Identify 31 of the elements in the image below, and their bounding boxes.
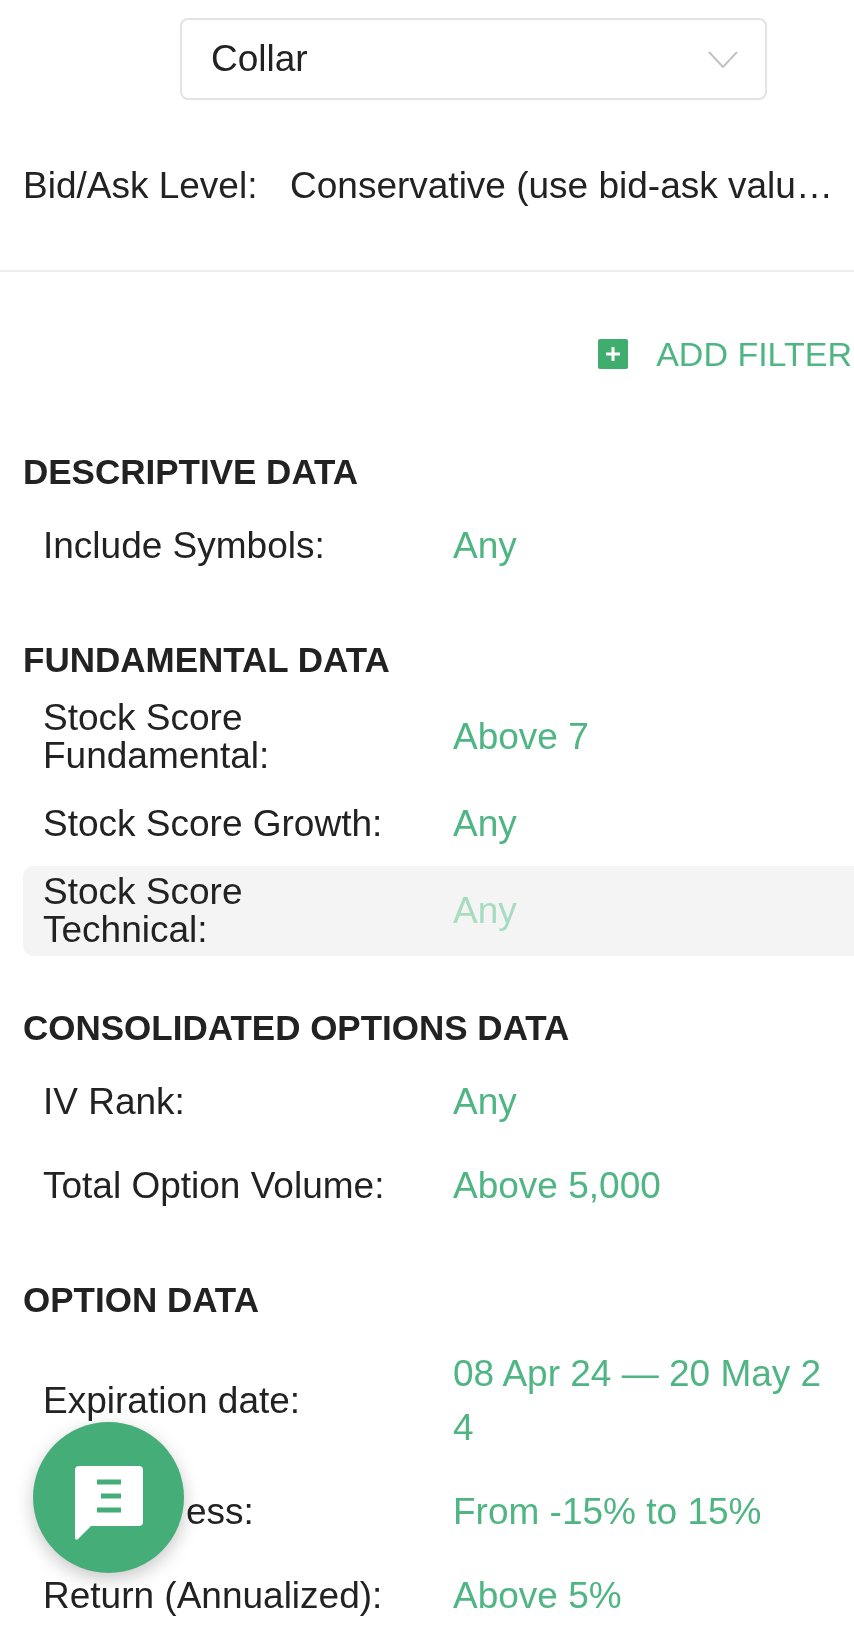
- plus-icon: [598, 339, 629, 369]
- filter-label: Expiration date:: [43, 1382, 302, 1420]
- chat-button[interactable]: [33, 1422, 184, 1573]
- add-filter-button[interactable]: ADD FILTER: [598, 329, 854, 379]
- filter-label: Include Symbols:: [43, 527, 326, 565]
- filter-value[interactable]: From -15% to 15%: [453, 1485, 762, 1539]
- section-heading: FUNDAMENTAL DATA: [23, 640, 390, 680]
- filter-value[interactable]: Above 7: [453, 710, 589, 764]
- filter-value[interactable]: Above 5,000: [453, 1159, 661, 1213]
- filter-label: Stock Score Technical:: [43, 873, 244, 949]
- filter-label: Total Option Volume:: [43, 1167, 386, 1205]
- chevron-down-icon: [708, 50, 738, 68]
- filter-value[interactable]: Any: [453, 1075, 517, 1129]
- section-heading: CONSOLIDATED OPTIONS DATA: [23, 1008, 570, 1048]
- filter-value[interactable]: Any: [453, 884, 517, 938]
- strategy-select[interactable]: Collar: [180, 18, 767, 100]
- speech-bubble-icon: [74, 1465, 143, 1540]
- filter-label: Stock Score Fundamental:: [43, 699, 271, 775]
- section-heading: OPTION DATA: [23, 1280, 259, 1320]
- bid-ask-value[interactable]: Conservative (use bid-ask valu…: [290, 167, 833, 205]
- filter-label: ess:: [186, 1493, 255, 1531]
- filter-label: IV Rank:: [43, 1083, 186, 1121]
- filter-label: Stock Score Growth:: [43, 805, 384, 843]
- filter-value[interactable]: Any: [453, 797, 517, 851]
- filter-label: Return (Annualized):: [43, 1577, 384, 1615]
- bid-ask-label: Bid/Ask Level:: [23, 167, 259, 205]
- filter-value[interactable]: Above 5%: [453, 1569, 622, 1623]
- section-heading: DESCRIPTIVE DATA: [23, 452, 359, 492]
- highlighted-row[interactable]: Stock Score Technical: Any: [23, 866, 854, 956]
- filter-value[interactable]: Any: [453, 519, 517, 573]
- filter-value[interactable]: 08 Apr 24 — 20 May 24: [453, 1347, 833, 1455]
